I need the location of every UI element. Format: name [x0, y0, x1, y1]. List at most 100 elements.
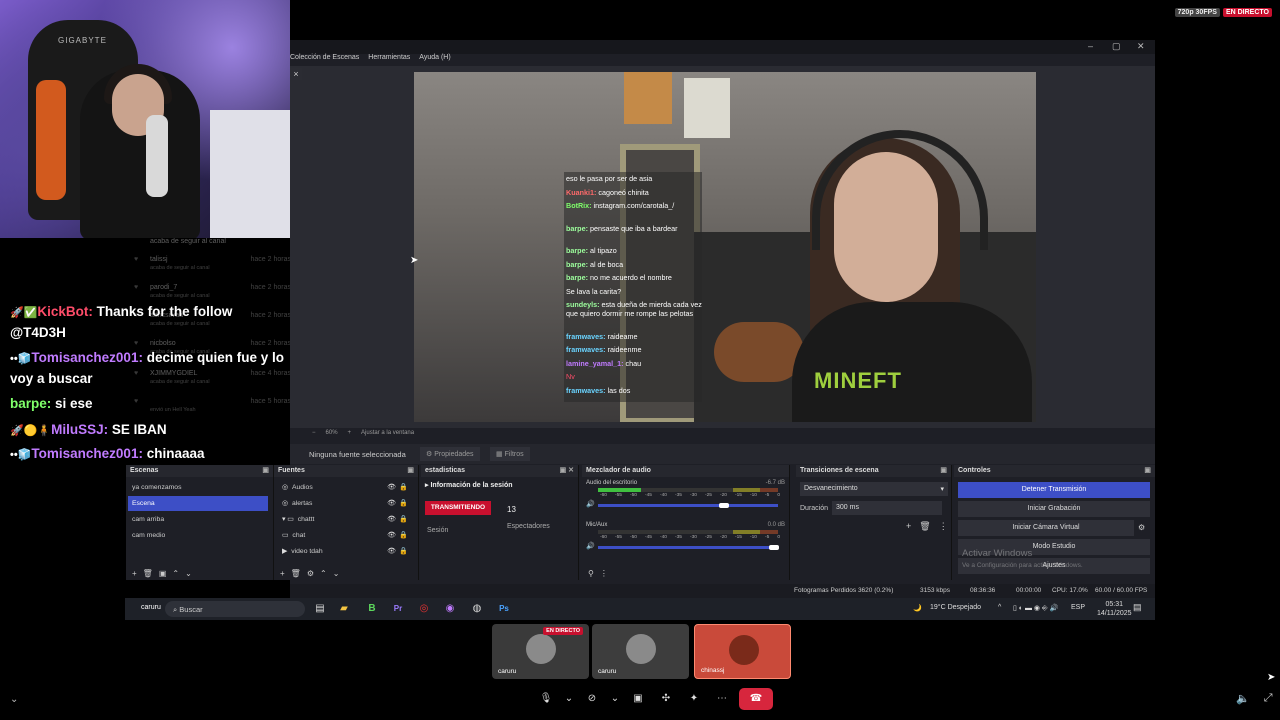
filters-button[interactable]: ▦ Filtros — [490, 447, 530, 461]
source-label: chat — [292, 532, 306, 539]
call-participant-tile[interactable]: EN DIRECTO caruru — [492, 624, 589, 679]
trash-icon[interactable]: 🗑 — [143, 569, 153, 578]
taskbar-search[interactable]: ⌕ Buscar — [165, 601, 305, 617]
discord-icon[interactable]: ◉ — [443, 602, 457, 616]
activate-windows-watermark: Activar Windows — [962, 548, 1033, 559]
call-participant-tile[interactable]: caruru — [592, 624, 689, 679]
language-indicator[interactable]: ESP — [1071, 604, 1085, 611]
start-virtual-camera-button[interactable]: Iniciar Cámara Virtual — [958, 520, 1134, 536]
link-icon[interactable]: ⚲ — [588, 569, 594, 578]
maximize-button[interactable]: ▢ — [1112, 41, 1121, 52]
transition-select[interactable]: Desvanecimiento ▾ — [800, 482, 948, 496]
move-down-icon[interactable]: ⌄ — [185, 569, 192, 578]
source-item[interactable]: ◎ Audios 👁 🔒 — [278, 480, 414, 495]
scene-item[interactable]: ya comenzamos — [128, 480, 268, 495]
zoom-in-button[interactable]: + — [348, 430, 352, 436]
source-item[interactable]: ▾ ▭ chattt 👁 🔒 — [278, 512, 414, 527]
task-view-icon[interactable]: ▤ — [313, 602, 327, 616]
preview-chat-line: sundeyls: esta dueña de mierda cada vez … — [566, 300, 702, 318]
scene-item[interactable]: Escena — [128, 496, 268, 511]
more-icon[interactable]: ⋮ — [600, 569, 608, 578]
more-icon[interactable]: ⋮ — [939, 521, 948, 532]
volume-slider-knob[interactable] — [719, 503, 729, 508]
source-item[interactable]: ▶ video tdah 👁 🔒 — [278, 544, 414, 559]
obs-icon[interactable]: ◍ — [470, 602, 484, 616]
scenes-title: Escenas — [130, 467, 159, 474]
move-up-icon[interactable]: ⌃ — [320, 569, 327, 578]
stop-streaming-button[interactable]: Detener Transmisión — [958, 482, 1150, 498]
clock[interactable]: 05:31 14/11/2025 — [1097, 600, 1132, 618]
preview-chat-line: Kuanki1: cagoneó chinita — [566, 188, 702, 197]
scene-filter-icon[interactable]: ▣ — [159, 569, 167, 578]
scale-tick: -55 — [615, 535, 622, 540]
lock-icon[interactable]: 🔒 — [399, 515, 408, 523]
lock-icon[interactable]: 🔒 — [399, 499, 408, 507]
eye-icon[interactable]: 👁 — [387, 547, 396, 555]
menu-tools[interactable]: Herramientas — [368, 54, 410, 66]
share-screen-icon[interactable]: ▣ — [627, 688, 649, 710]
trash-icon[interactable]: 🗑 — [291, 569, 301, 578]
move-up-icon[interactable]: ⌃ — [172, 569, 179, 578]
speaker-icon[interactable]: 🔊 — [586, 542, 595, 550]
eye-icon[interactable]: 👁 — [387, 531, 396, 539]
volume-slider[interactable] — [598, 545, 780, 550]
gear-icon[interactable]: ⚙ — [307, 569, 314, 578]
eye-icon[interactable]: 👁 — [387, 515, 396, 523]
obs-preview[interactable]: MINEFT eso le pasa por ser de asia Kuanki… — [414, 72, 1036, 422]
close-window-button[interactable]: ✕ — [1137, 41, 1145, 52]
microphone-icon[interactable]: 🎙 — [535, 688, 557, 710]
chevron-down-icon[interactable]: ⌄ — [10, 694, 18, 705]
trash-icon[interactable]: 🗑 — [919, 521, 930, 532]
close-icon[interactable]: × — [290, 68, 302, 80]
file-explorer-icon[interactable]: ▰ — [337, 602, 351, 616]
scene-item[interactable]: cam medio — [128, 528, 268, 543]
opera-icon[interactable]: ◎ — [417, 602, 431, 616]
move-down-icon[interactable]: ⌄ — [333, 569, 340, 578]
volume-slider-knob[interactable] — [769, 545, 780, 550]
camera-off-icon[interactable]: ⊘ — [581, 688, 603, 710]
properties-button[interactable]: ⚙ Propiedades — [420, 447, 480, 461]
premiere-icon[interactable]: Pr — [391, 602, 405, 616]
preview-chat-line: barpe: no me acuerdo el nombre — [566, 273, 702, 282]
lock-icon[interactable]: 🔒 — [399, 531, 408, 539]
add-source-button[interactable]: + — [280, 569, 285, 578]
tray-icons[interactable]: ▯ ◐ ▬ ◉ ⎆ 🔊 — [1013, 604, 1058, 613]
fit-window-dropdown[interactable]: Ajustar a la ventana — [361, 430, 414, 436]
more-icon[interactable]: ⋯ — [711, 688, 733, 710]
duration-input[interactable]: 300 ms — [832, 501, 942, 515]
start-recording-button[interactable]: Iniciar Grabación — [958, 501, 1150, 517]
gear-icon[interactable]: ⚙ — [1138, 523, 1145, 532]
app-b-icon[interactable]: B — [365, 602, 379, 616]
poster-bird — [684, 78, 730, 138]
chevron-up-icon[interactable]: ^ — [998, 604, 1001, 611]
source-item[interactable]: ▭ chat 👁 🔒 — [278, 528, 414, 543]
minimize-button[interactable]: – — [1088, 41, 1093, 51]
soundboard-icon[interactable]: ✦ — [683, 688, 705, 710]
activities-icon[interactable]: ✣ — [655, 688, 677, 710]
scale-tick: -35 — [675, 535, 682, 540]
chevron-down-icon[interactable]: ⌄ — [609, 688, 621, 710]
menu-help[interactable]: Ayuda (H) — [419, 54, 450, 66]
leave-call-button[interactable]: ☎ — [739, 688, 773, 710]
lock-icon[interactable]: 🔒 — [399, 547, 408, 555]
eye-icon[interactable]: 👁 — [387, 499, 396, 507]
add-transition-button[interactable]: + — [906, 521, 911, 532]
volume-icon[interactable]: 🔈 — [1236, 692, 1250, 705]
source-item[interactable]: ◎ alertas 👁 🔒 — [278, 496, 414, 511]
lock-icon[interactable]: 🔒 — [399, 483, 408, 491]
volume-slider[interactable] — [598, 503, 778, 508]
menu-scene-collection[interactable]: Colección de Escenas — [290, 54, 359, 66]
zoom-out-button[interactable]: − — [312, 430, 316, 436]
preview-chat-line: framwaves: raideame — [566, 332, 702, 341]
scene-item[interactable]: cam arriba — [128, 512, 268, 527]
call-participant-tile[interactable]: chinassj — [694, 624, 791, 679]
rec-time: 00:00:00 — [1016, 587, 1042, 594]
speaker-icon[interactable]: 🔊 — [586, 500, 595, 508]
add-scene-button[interactable]: + — [132, 569, 137, 578]
notification-icon[interactable]: ▤ — [1133, 602, 1142, 613]
photoshop-icon[interactable]: Ps — [497, 602, 511, 616]
eye-icon[interactable]: 👁 — [387, 483, 396, 491]
chat-text: chau — [623, 358, 642, 368]
chevron-down-icon[interactable]: ⌄ — [563, 688, 575, 710]
fullscreen-icon[interactable]: ⤢ — [1264, 692, 1273, 705]
